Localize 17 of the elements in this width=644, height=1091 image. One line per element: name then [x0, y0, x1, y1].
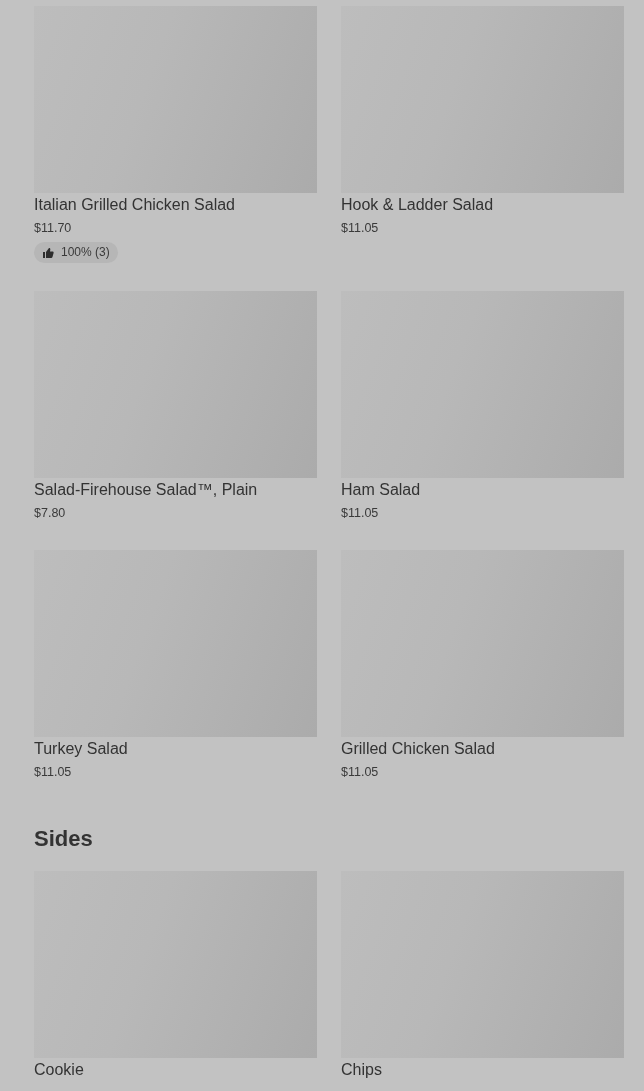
- item-name[interactable]: Hook & Ladder Salad: [341, 195, 494, 215]
- item-name[interactable]: Ham Salad: [341, 480, 421, 500]
- thumbs-up-icon: [42, 246, 54, 259]
- item-price: $11.70: [34, 220, 72, 237]
- rating-text: 100% (3): [61, 245, 110, 260]
- item-name[interactable]: Grilled Chicken Salad: [341, 739, 495, 759]
- item-name[interactable]: Cookie: [34, 1060, 84, 1080]
- section-heading: Sides: [34, 826, 94, 852]
- item-price: $11.05: [341, 220, 379, 237]
- item-name[interactable]: Chips: [341, 1060, 382, 1080]
- item-price: $11.05: [34, 764, 72, 781]
- item-price: $11.05: [341, 764, 379, 781]
- item-name[interactable]: Salad-Firehouse Salad™, Plain: [34, 480, 258, 500]
- item-price: $11.05: [341, 505, 379, 522]
- item-name[interactable]: Italian Grilled Chicken Salad: [34, 195, 235, 215]
- item-name[interactable]: Turkey Salad: [34, 739, 128, 759]
- item-price: $7.80: [34, 505, 66, 522]
